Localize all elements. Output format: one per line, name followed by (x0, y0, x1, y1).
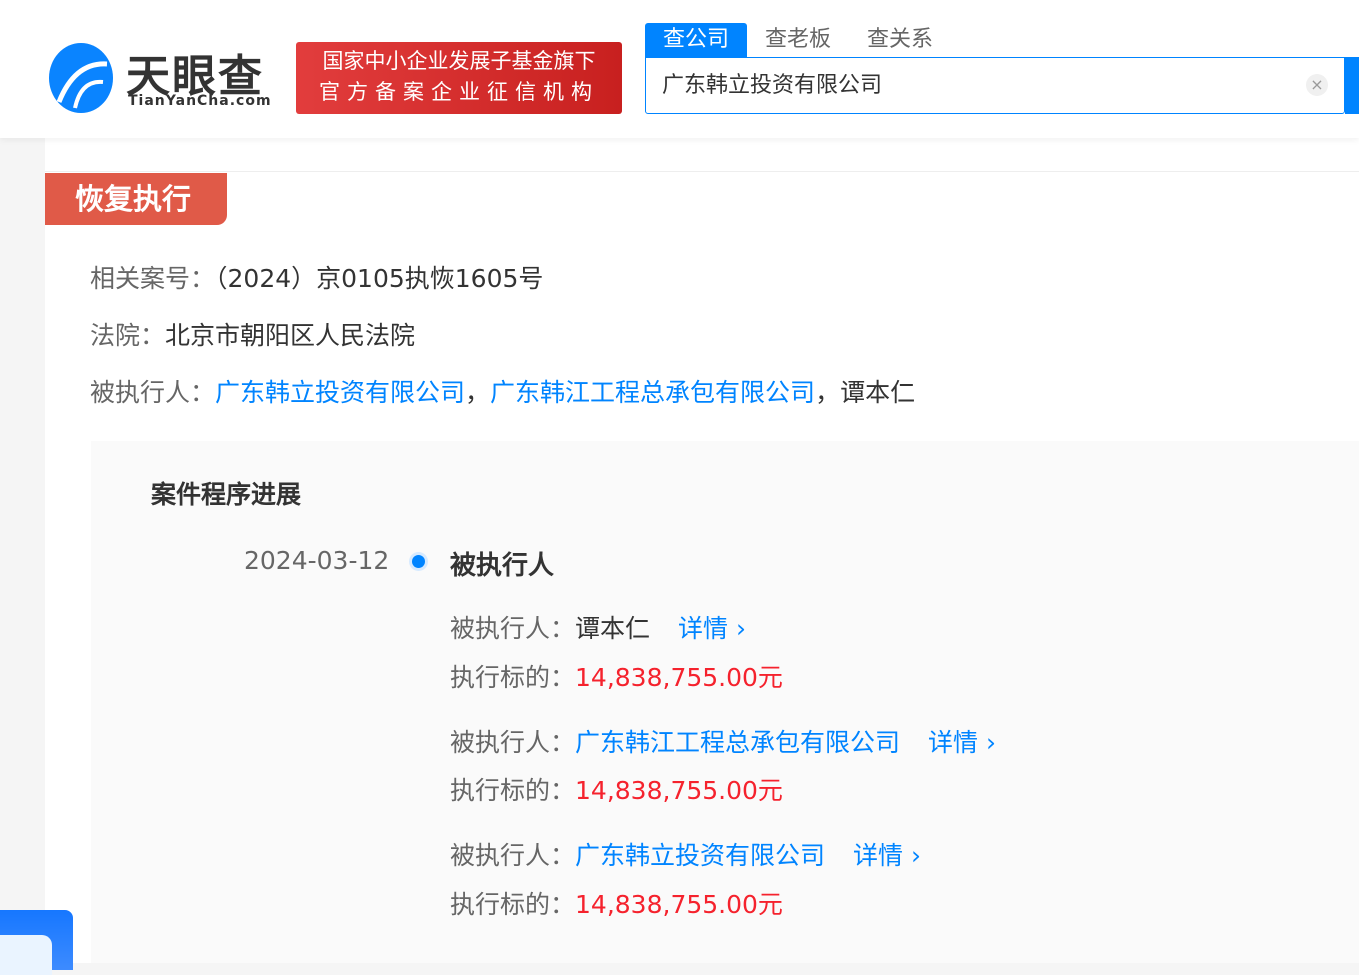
tab-company[interactable]: 查公司 (645, 23, 748, 57)
party-name: 谭本仁 (840, 378, 916, 407)
party-row: 被执行人：广东韩立投资有限公司，广东韩江工程总承包有限公司，谭本仁 (90, 373, 915, 409)
certification-badge: 国家中小企业发展子基金旗下 官方备案企业征信机构 (296, 42, 622, 114)
amount-value: 14,838,755.00元 (575, 776, 783, 805)
case-number: （2024）京0105执恢1605号 (215, 264, 544, 293)
event-date: 2024-03-12 (244, 546, 390, 575)
search-input[interactable] (662, 70, 1262, 95)
party-item: 被执行人：广东韩立投资有限公司 详情 › (450, 836, 921, 872)
section-tag: 恢复执行 (45, 173, 227, 225)
case-content: 恢复执行 相关案号：（2024）京0105执恢1605号 法院：北京市朝阳区人民… (45, 138, 1359, 963)
court-value: 北京市朝阳区人民法院 (165, 321, 416, 350)
floating-app-button[interactable] (0, 910, 73, 975)
party-label: 被执行人： (90, 378, 216, 407)
party-label: 被执行人： (450, 841, 576, 870)
court-row: 法院：北京市朝阳区人民法院 (90, 316, 415, 352)
clear-icon[interactable]: × (1306, 74, 1328, 96)
search-box: × (645, 57, 1345, 114)
app-logo-icon (0, 935, 52, 975)
court-label: 法院： (90, 321, 166, 350)
timeline-dot-icon (412, 555, 425, 568)
tianyancha-logo-icon[interactable] (45, 42, 117, 114)
party-link[interactable]: 广东韩江工程总承包有限公司 (490, 378, 815, 407)
party-link[interactable]: 广东韩立投资有限公司 (575, 841, 825, 870)
tab-relation[interactable]: 查关系 (849, 23, 951, 57)
party-label: 被执行人： (450, 728, 576, 757)
party-item: 被执行人：谭本仁 详情 › (450, 609, 746, 645)
progress-panel: 案件程序进展 2024-03-12 被执行人 被执行人：谭本仁 详情 › 执行标的… (91, 441, 1359, 963)
amount-value: 14,838,755.00元 (575, 890, 783, 919)
left-margin (0, 138, 45, 963)
separator: ， (465, 378, 491, 407)
party-item: 被执行人：广东韩江工程总承包有限公司 详情 › (450, 723, 996, 759)
amount-label: 执行标的： (450, 776, 576, 805)
divider (45, 171, 1359, 172)
logo-domain: TianYanCha.com (128, 93, 272, 109)
search-button[interactable] (1345, 57, 1359, 114)
detail-link[interactable]: 详情 › (928, 728, 996, 757)
detail-link[interactable]: 详情 › (678, 614, 746, 643)
amount-value: 14,838,755.00元 (575, 663, 783, 692)
party-name: 谭本仁 (575, 614, 651, 643)
party-link[interactable]: 广东韩江工程总承包有限公司 (575, 728, 900, 757)
detail-link[interactable]: 详情 › (853, 841, 921, 870)
badge-line-1: 国家中小企业发展子基金旗下 (322, 49, 596, 73)
separator: ， (815, 378, 841, 407)
badge-line-2: 官方备案企业征信机构 (319, 80, 599, 104)
amount-item: 执行标的：14,838,755.00元 (450, 771, 783, 807)
party-link[interactable]: 广东韩立投资有限公司 (215, 378, 465, 407)
party-label: 被执行人： (450, 614, 576, 643)
case-number-row: 相关案号：（2024）京0105执恢1605号 (90, 259, 543, 295)
search-tabs: 查公司 查老板 查关系 (645, 23, 951, 57)
amount-item: 执行标的：14,838,755.00元 (450, 885, 783, 921)
amount-label: 执行标的： (450, 663, 576, 692)
progress-title: 案件程序进展 (151, 480, 302, 509)
header: 天眼查 TianYanCha.com 国家中小企业发展子基金旗下 官方备案企业征… (0, 0, 1359, 138)
case-number-label: 相关案号： (90, 264, 216, 293)
amount-label: 执行标的： (450, 890, 576, 919)
amount-item: 执行标的：14,838,755.00元 (450, 658, 783, 694)
tab-boss[interactable]: 查老板 (747, 23, 849, 57)
event-title: 被执行人 (450, 551, 555, 581)
